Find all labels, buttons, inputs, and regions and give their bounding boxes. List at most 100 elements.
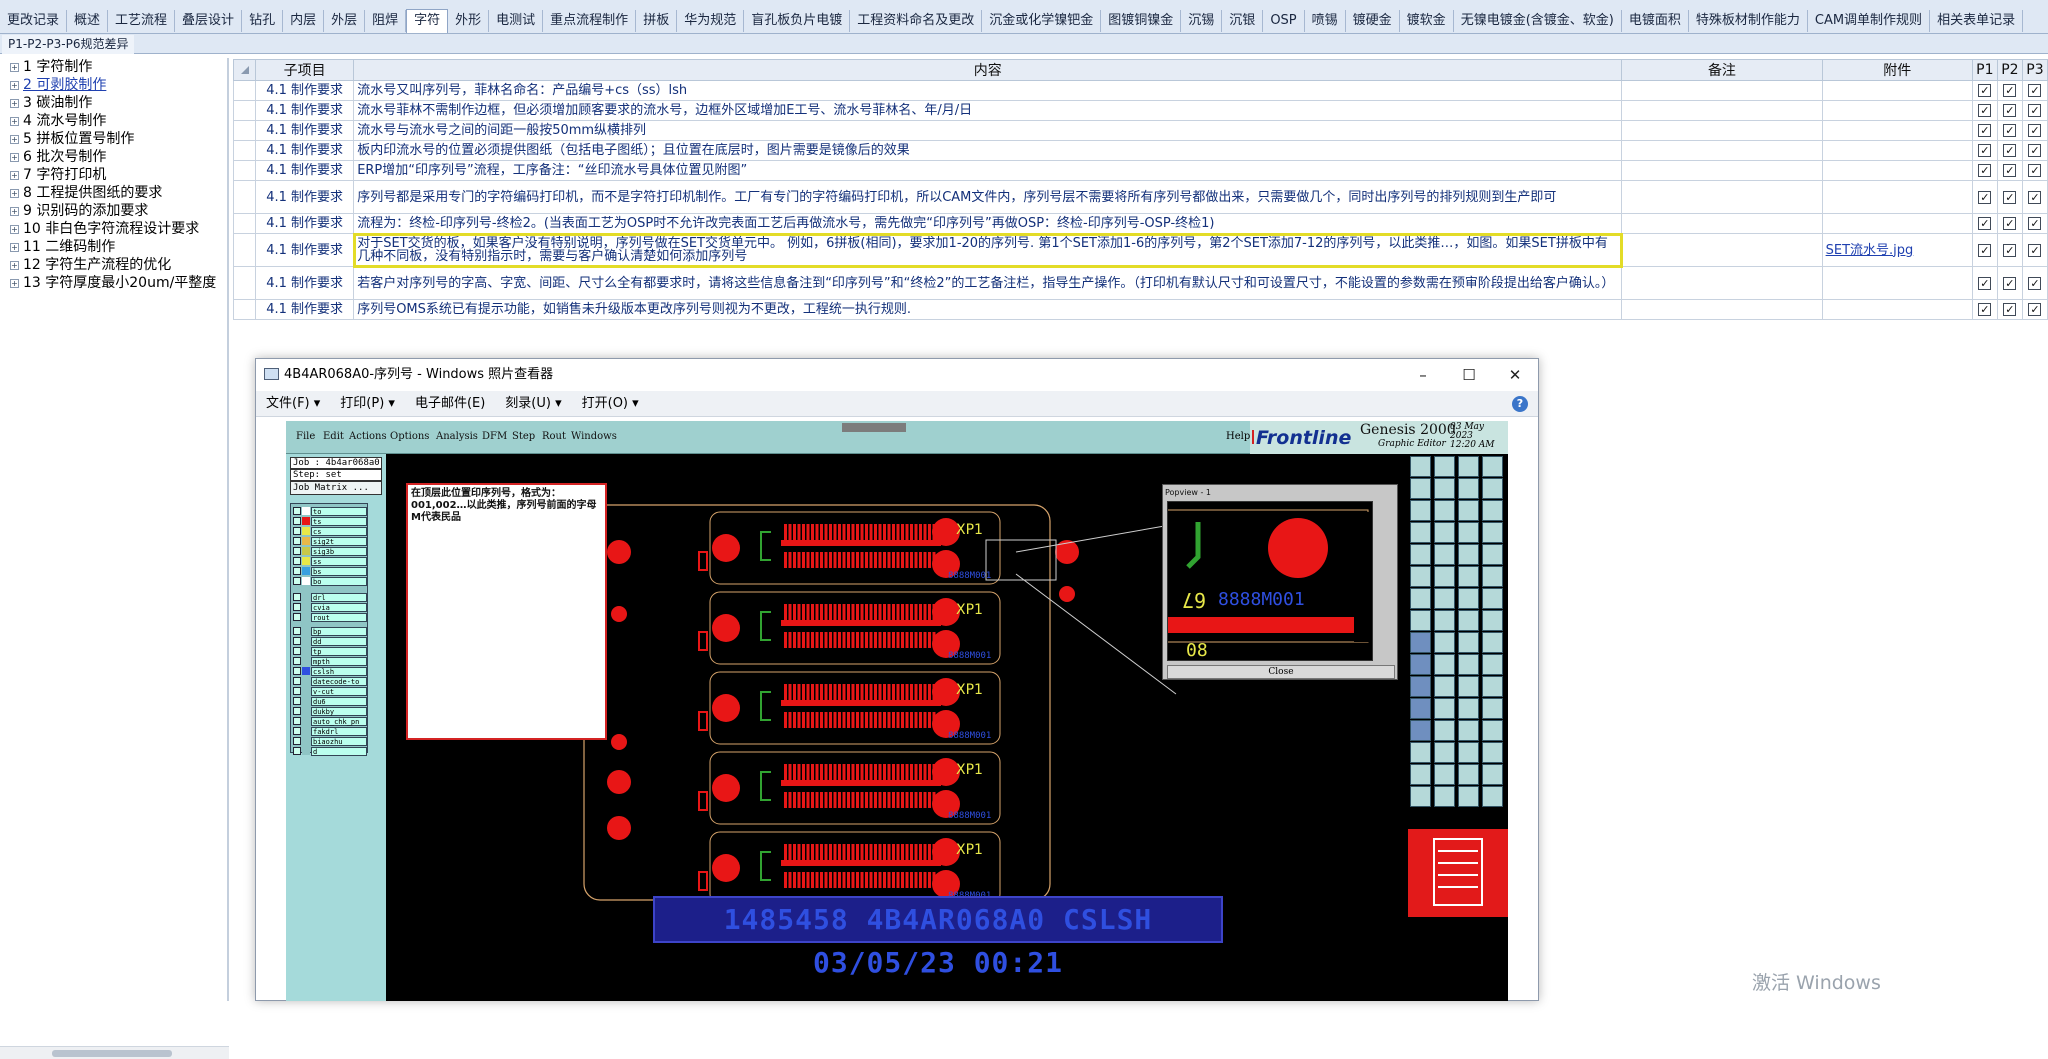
cell-content[interactable]: 对于SET交货的板，如果客户没有特别说明，序列号做在SET交货单元中。 例如，6… (352, 232, 1623, 268)
tab-12[interactable]: 拼板 (636, 10, 678, 32)
checkbox-p1[interactable]: ✓ (1978, 144, 1992, 157)
tree-item-9[interactable]: +9 识别码的添加要求 (0, 202, 227, 220)
checkbox-p3[interactable]: ✓ (2028, 104, 2042, 117)
cell-item[interactable]: 4.1 制作要求 (255, 140, 355, 161)
expand-icon[interactable]: + (10, 152, 19, 162)
expand-icon[interactable]: + (10, 188, 19, 198)
cell-remark[interactable] (1621, 299, 1823, 320)
cell-item[interactable]: 4.1 制作要求 (255, 80, 355, 101)
cell-remark[interactable] (1621, 160, 1823, 181)
cell-item[interactable]: 4.1 制作要求 (255, 299, 355, 320)
row-selector[interactable] (232, 140, 257, 161)
viewer-menu-4[interactable]: 打开(O) ▾ (572, 391, 649, 416)
cell-attachment[interactable] (1821, 80, 1973, 101)
checkbox-p1[interactable]: ✓ (1978, 190, 1992, 204)
cell-attachment[interactable] (1821, 266, 1973, 300)
checkbox-p3[interactable]: ✓ (2028, 164, 2042, 177)
tab-8[interactable]: 字符 (406, 9, 449, 33)
table-row[interactable]: 4.1 制作要求 若客户对序列号的字高、字宽、间距、尺寸么全有都要求时，请将这些信… (232, 266, 2048, 300)
cell-remark[interactable] (1621, 80, 1823, 101)
row-selector[interactable] (232, 80, 257, 101)
expand-icon[interactable]: + (10, 62, 19, 72)
expand-icon[interactable]: + (10, 206, 19, 216)
tab-18[interactable]: 沉锡 (1181, 10, 1223, 32)
tab-21[interactable]: 喷锡 (1305, 10, 1346, 32)
checkbox-p3[interactable]: ✓ (2028, 303, 2042, 316)
tree-item-6[interactable]: +6 批次号制作 (0, 148, 227, 166)
cell-attachment[interactable] (1821, 299, 1973, 320)
tab-3[interactable]: 叠层设计 (175, 10, 243, 32)
checkbox-p3[interactable]: ✓ (2028, 190, 2042, 204)
tree-item-4[interactable]: +4 流水号制作 (0, 112, 227, 130)
help-icon[interactable]: ? (1512, 396, 1528, 412)
horizontal-scrollbar[interactable] (0, 1046, 229, 1059)
row-selector[interactable] (232, 299, 257, 320)
checkbox-p1[interactable]: ✓ (1978, 243, 1992, 257)
cell-content[interactable]: 流水号菲林不需制作边框，但必须增加顾客要求的流水号，边框外区域增加E工号、流水号… (353, 100, 1623, 121)
header-p2[interactable]: P2 (1996, 59, 2023, 81)
checkbox-p2[interactable]: ✓ (2003, 124, 2017, 137)
cell-content[interactable]: 流程为：终检-印序列号-终检2。(当表面工艺为OSP时不允许改完表面工艺后再做流… (353, 213, 1623, 234)
cell-remark[interactable] (1621, 120, 1823, 141)
cell-item[interactable]: 4.1 制作要求 (255, 120, 355, 141)
tab-25[interactable]: 电镀面积 (1622, 10, 1689, 32)
checkbox-p1[interactable]: ✓ (1978, 124, 1992, 137)
tab-7[interactable]: 阻焊 (365, 10, 407, 32)
attachment-link[interactable]: SET流水号.jpg (1826, 243, 1914, 258)
cell-content[interactable]: 序列号OMS系统已有提示功能，如销售未升级版本更改序列号则视为不更改，工程统一执… (353, 299, 1623, 320)
table-row[interactable]: 4.1 制作要求 序列号OMS系统已有提示功能，如销售未升级版本更改序列号则视为不… (232, 299, 2048, 320)
tab-5[interactable]: 内层 (283, 10, 325, 32)
checkbox-p2[interactable]: ✓ (2003, 243, 2017, 257)
tree-item-1[interactable]: +1 字符制作 (0, 58, 227, 76)
expand-icon[interactable]: + (10, 224, 19, 234)
cell-remark[interactable] (1621, 140, 1823, 161)
row-selector[interactable] (232, 120, 257, 141)
table-row[interactable]: 4.1 制作要求 流程为：终检-印序列号-终检2。(当表面工艺为OSP时不允许改完… (232, 213, 2048, 234)
checkbox-p1[interactable]: ✓ (1978, 84, 1992, 97)
checkbox-p2[interactable]: ✓ (2003, 190, 2017, 204)
cell-attachment[interactable] (1821, 140, 1973, 161)
row-selector[interactable] (232, 180, 257, 214)
checkbox-p3[interactable]: ✓ (2028, 144, 2042, 157)
tab-28[interactable]: 相关表单记录 (1930, 10, 2024, 32)
tab-13[interactable]: 华为规范 (677, 10, 745, 32)
tree-item-8[interactable]: +8 工程提供图纸的要求 (0, 184, 227, 202)
row-selector[interactable] (232, 100, 257, 121)
table-row[interactable]: 4.1 制作要求 流水号与流水号之间的间距一般按50mm纵横排列 ✓ ✓ ✓ (232, 120, 2048, 141)
checkbox-p2[interactable]: ✓ (2003, 217, 2017, 230)
tree-item-11[interactable]: +11 二维码制作 (0, 238, 227, 256)
checkbox-p2[interactable]: ✓ (2003, 144, 2017, 157)
checkbox-p1[interactable]: ✓ (1978, 217, 1992, 230)
cell-item[interactable]: 4.1 制作要求 (255, 233, 355, 267)
tab-4[interactable]: 钻孔 (242, 10, 284, 32)
tree-item-7[interactable]: +7 字符打印机 (0, 166, 227, 184)
tab-14[interactable]: 盲孔板负片电镀 (744, 10, 851, 32)
table-row[interactable]: 4.1 制作要求 对于SET交货的板，如果客户没有特别说明，序列号做在SET交货单… (232, 232, 2048, 268)
expand-icon[interactable]: + (10, 98, 19, 108)
checkbox-p2[interactable]: ✓ (2003, 84, 2017, 97)
expand-icon[interactable]: + (10, 242, 19, 252)
row-selector[interactable] (232, 160, 257, 181)
cell-attachment[interactable] (1821, 100, 1973, 121)
tab-19[interactable]: 沉银 (1222, 10, 1264, 32)
tab-17[interactable]: 图镀铜镍金 (1101, 10, 1182, 32)
checkbox-p2[interactable]: ✓ (2003, 303, 2017, 316)
cell-item[interactable]: 4.1 制作要求 (255, 100, 355, 121)
tree-item-13[interactable]: +13 字符厚度最小20um/平整度 (0, 274, 227, 292)
tab-27[interactable]: CAM调单制作规则 (1808, 10, 1931, 32)
expand-icon[interactable]: + (10, 80, 19, 90)
cell-remark[interactable] (1621, 213, 1823, 234)
tab-22[interactable]: 镀硬金 (1346, 10, 1400, 32)
cell-remark[interactable] (1621, 100, 1823, 121)
scrollbar-thumb[interactable] (52, 1050, 172, 1057)
cell-item[interactable]: 4.1 制作要求 (255, 180, 355, 214)
header-content[interactable]: 内容 (353, 59, 1623, 81)
tree-item-12[interactable]: +12 字符生产流程的优化 (0, 256, 227, 274)
table-row[interactable]: 4.1 制作要求 流水号又叫序列号，菲林名命名：产品编号+cs（ss）lsh ✓ ✓ ✓ (232, 80, 2048, 101)
tree-item-5[interactable]: +5 拼板位置号制作 (0, 130, 227, 148)
viewer-menu-0[interactable]: 文件(F) ▾ (256, 391, 330, 416)
checkbox-p1[interactable]: ✓ (1978, 104, 1992, 117)
checkbox-p3[interactable]: ✓ (2028, 243, 2042, 257)
tab-0[interactable]: 更改记录 (0, 10, 68, 32)
table-row[interactable]: 4.1 制作要求 序列号都是采用专门的字符编码打印机，而不是字符打印机制作。工厂有… (232, 180, 2048, 214)
